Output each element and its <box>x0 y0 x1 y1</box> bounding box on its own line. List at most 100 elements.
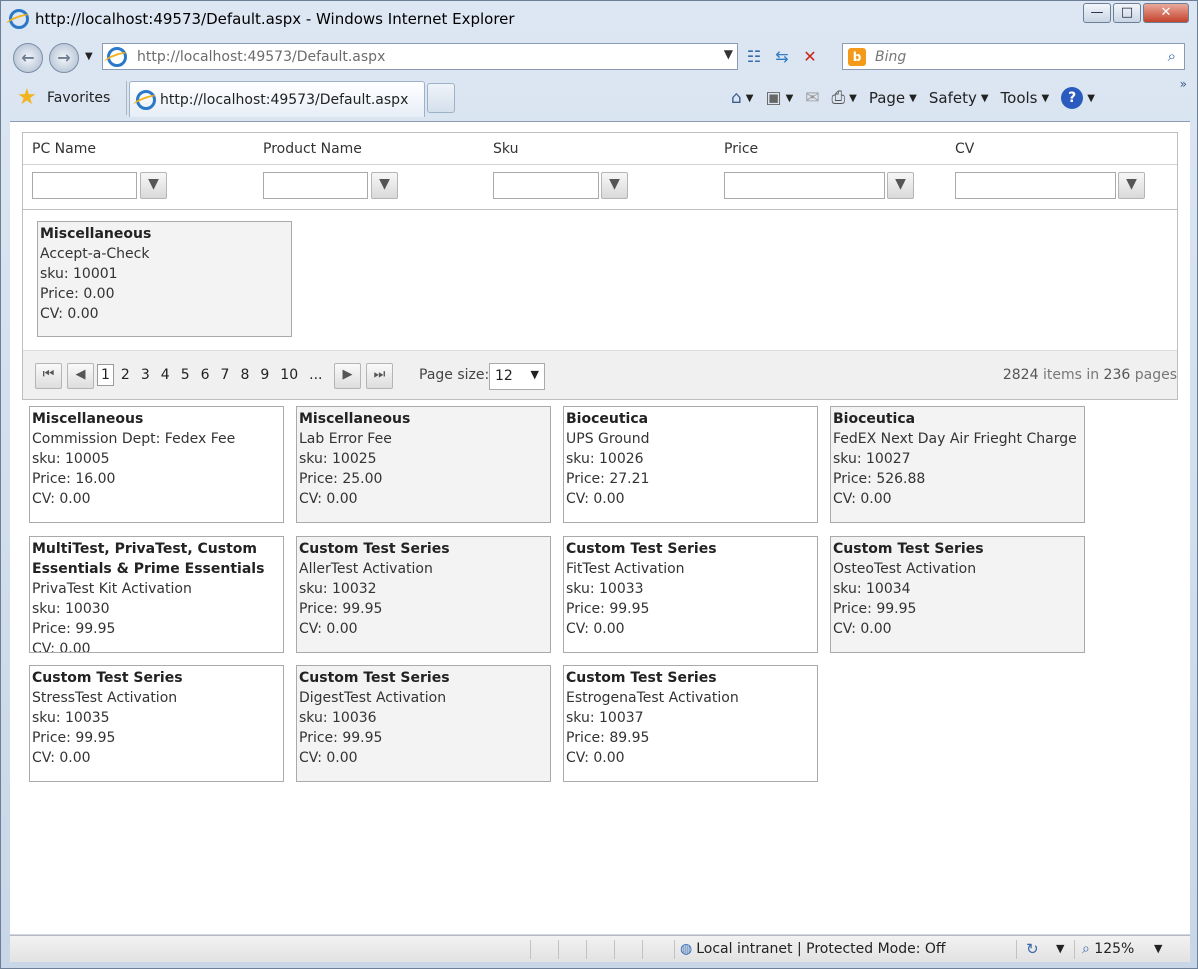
page-link[interactable]: 9 <box>256 364 273 386</box>
filter-icon: ▼ <box>379 176 390 192</box>
grid-body: Miscellaneous Accept-a-Check sku: 10001 … <box>23 210 1177 350</box>
price-filter-input[interactable] <box>724 172 885 199</box>
close-button[interactable]: ✕ <box>1143 3 1189 23</box>
page-link-current[interactable]: 1 <box>97 364 114 386</box>
protected-mode-icon[interactable]: ↻ <box>1026 940 1039 958</box>
column-header-price[interactable]: Price <box>724 141 758 157</box>
home-dropdown-icon[interactable]: ▼ <box>746 93 754 104</box>
column-header-pc-name[interactable]: PC Name <box>32 141 96 157</box>
feeds-button[interactable]: ▣ ▼ <box>760 85 800 111</box>
page-size-select[interactable]: 12 ▼ <box>489 363 545 390</box>
product-name-filter-button[interactable]: ▼ <box>371 172 398 199</box>
minimize-button[interactable]: — <box>1083 3 1111 23</box>
column-header-cv[interactable]: CV <box>955 141 974 157</box>
product-card[interactable]: Bioceutica FedEX Next Day Air Frieght Ch… <box>830 406 1085 523</box>
tools-menu[interactable]: Tools ▼ <box>995 85 1056 111</box>
column-header-sku[interactable]: Sku <box>493 141 518 157</box>
product-grid: PC Name Product Name Sku Price CV ▼ ▼ ▼ … <box>22 132 1178 400</box>
card-cv: CV: 0.00 <box>566 621 625 637</box>
first-page-button[interactable]: ⏮ <box>35 363 62 389</box>
more-commands-chevron-icon[interactable]: » <box>1180 77 1187 91</box>
page-link[interactable]: 6 <box>197 364 214 386</box>
cv-filter-input[interactable] <box>955 172 1116 199</box>
home-button[interactable]: ⌂ ▼ <box>725 85 760 111</box>
product-card[interactable]: Bioceutica UPS Ground sku: 10026 Price: … <box>563 406 818 523</box>
product-card[interactable]: Custom Test Series StressTest Activation… <box>29 665 284 782</box>
address-input[interactable]: http://localhost:49573/Default.aspx ▼ <box>102 43 738 70</box>
product-card[interactable]: Custom Test Series AllerTest Activation … <box>296 536 551 653</box>
command-bar: ⌂ ▼ ▣ ▼ ✉ ⎙ ▼ Page ▼ Safety ▼ Tools ▼ ? ▼ <box>725 85 1101 111</box>
product-card[interactable]: Miscellaneous Accept-a-Check sku: 10001 … <box>37 221 292 337</box>
grid-header-row: PC Name Product Name Sku Price CV <box>23 133 1177 165</box>
search-icon[interactable]: ⌕ <box>1168 47 1176 65</box>
protected-mode-dropdown-icon[interactable]: ▼ <box>1056 942 1064 955</box>
page-link[interactable]: 4 <box>157 364 174 386</box>
zoom-dropdown-icon[interactable]: ▼ <box>1154 942 1162 955</box>
new-tab-button[interactable] <box>427 83 455 113</box>
card-product-name: FedEX Next Day Air Frieght Charge <box>833 431 1077 447</box>
card-category: Custom Test Series <box>566 670 717 686</box>
card-category: Miscellaneous <box>299 411 411 427</box>
address-dropdown-icon[interactable]: ▼ <box>724 47 733 61</box>
maximize-button[interactable]: □ <box>1113 3 1141 23</box>
feeds-dropdown-icon[interactable]: ▼ <box>786 93 794 104</box>
product-card[interactable]: MultiTest, PrivaTest, Custom Essentials … <box>29 536 284 653</box>
previous-page-button[interactable]: ◀ <box>67 363 94 389</box>
page-link[interactable]: 3 <box>137 364 154 386</box>
favorites-button[interactable]: ★ Favorites <box>9 81 127 115</box>
page-link-more[interactable]: ... <box>305 364 326 386</box>
stop-icon[interactable]: ✕ <box>796 45 824 69</box>
page-link[interactable]: 5 <box>177 364 194 386</box>
card-category: Bioceutica <box>833 411 916 427</box>
pc-name-filter-input[interactable] <box>32 172 137 199</box>
zoom-level[interactable]: ⌕ 125% <box>1082 941 1134 957</box>
help-menu[interactable]: ? ▼ <box>1055 85 1101 111</box>
search-input[interactable]: b Bing ⌕ <box>842 43 1185 70</box>
next-page-button[interactable]: ▶ <box>334 363 361 389</box>
read-mail-button[interactable]: ✉ <box>799 85 825 111</box>
history-dropdown-icon[interactable]: ▼ <box>85 51 93 62</box>
print-dropdown-icon[interactable]: ▼ <box>849 93 857 104</box>
product-card[interactable]: Miscellaneous Lab Error Fee sku: 10025 P… <box>296 406 551 523</box>
status-divider <box>558 940 559 959</box>
sku-filter-input[interactable] <box>493 172 599 199</box>
compatibility-view-icon[interactable]: ☷ <box>740 45 768 69</box>
page-menu[interactable]: Page ▼ <box>863 85 923 111</box>
card-product-name: Lab Error Fee <box>299 431 392 447</box>
status-bar: ◍ Local intranet | Protected Mode: Off ↻ … <box>10 935 1190 962</box>
sku-filter-button[interactable]: ▼ <box>601 172 628 199</box>
card-sku: sku: 10036 <box>299 710 377 726</box>
forward-button[interactable]: → <box>49 43 79 73</box>
window-controls: — □ ✕ <box>1081 3 1189 23</box>
pc-name-filter-button[interactable]: ▼ <box>140 172 167 199</box>
card-price: Price: 27.21 <box>566 471 650 487</box>
cv-filter-button[interactable]: ▼ <box>1118 172 1145 199</box>
product-card[interactable]: Custom Test Series EstrogenaTest Activat… <box>563 665 818 782</box>
product-card[interactable]: Custom Test Series FitTest Activation sk… <box>563 536 818 653</box>
favorites-label: Favorites <box>47 90 111 106</box>
browser-tab[interactable]: http://localhost:49573/Default.aspx <box>129 81 425 117</box>
ie-logo-icon <box>9 9 29 29</box>
page-link[interactable]: 8 <box>236 364 253 386</box>
product-card[interactable]: Custom Test Series DigestTest Activation… <box>296 665 551 782</box>
page-link[interactable]: 10 <box>276 364 302 386</box>
product-card[interactable]: Custom Test Series OsteoTest Activation … <box>830 536 1085 653</box>
last-page-button[interactable]: ⏭ <box>366 363 393 389</box>
product-card[interactable]: Miscellaneous Commission Dept: Fedex Fee… <box>29 406 284 523</box>
column-header-product-name[interactable]: Product Name <box>263 141 362 157</box>
print-button[interactable]: ⎙ ▼ <box>826 85 863 111</box>
refresh-icon[interactable]: ⇆ <box>768 45 796 69</box>
price-filter-button[interactable]: ▼ <box>887 172 914 199</box>
card-category: Miscellaneous <box>40 226 152 242</box>
page-link[interactable]: 2 <box>117 364 134 386</box>
safety-menu-label: Safety <box>928 89 977 107</box>
page-link[interactable]: 7 <box>217 364 234 386</box>
back-button[interactable]: ← <box>13 43 43 73</box>
card-category: Miscellaneous <box>32 411 144 427</box>
grid-filter-row: ▼ ▼ ▼ ▼ ▼ <box>23 165 1177 210</box>
security-zone[interactable]: ◍ Local intranet | Protected Mode: Off <box>680 941 946 957</box>
safety-menu[interactable]: Safety ▼ <box>923 85 995 111</box>
minimize-icon: — <box>1090 5 1104 20</box>
product-name-filter-input[interactable] <box>263 172 368 199</box>
card-price: Price: 89.95 <box>566 730 650 746</box>
